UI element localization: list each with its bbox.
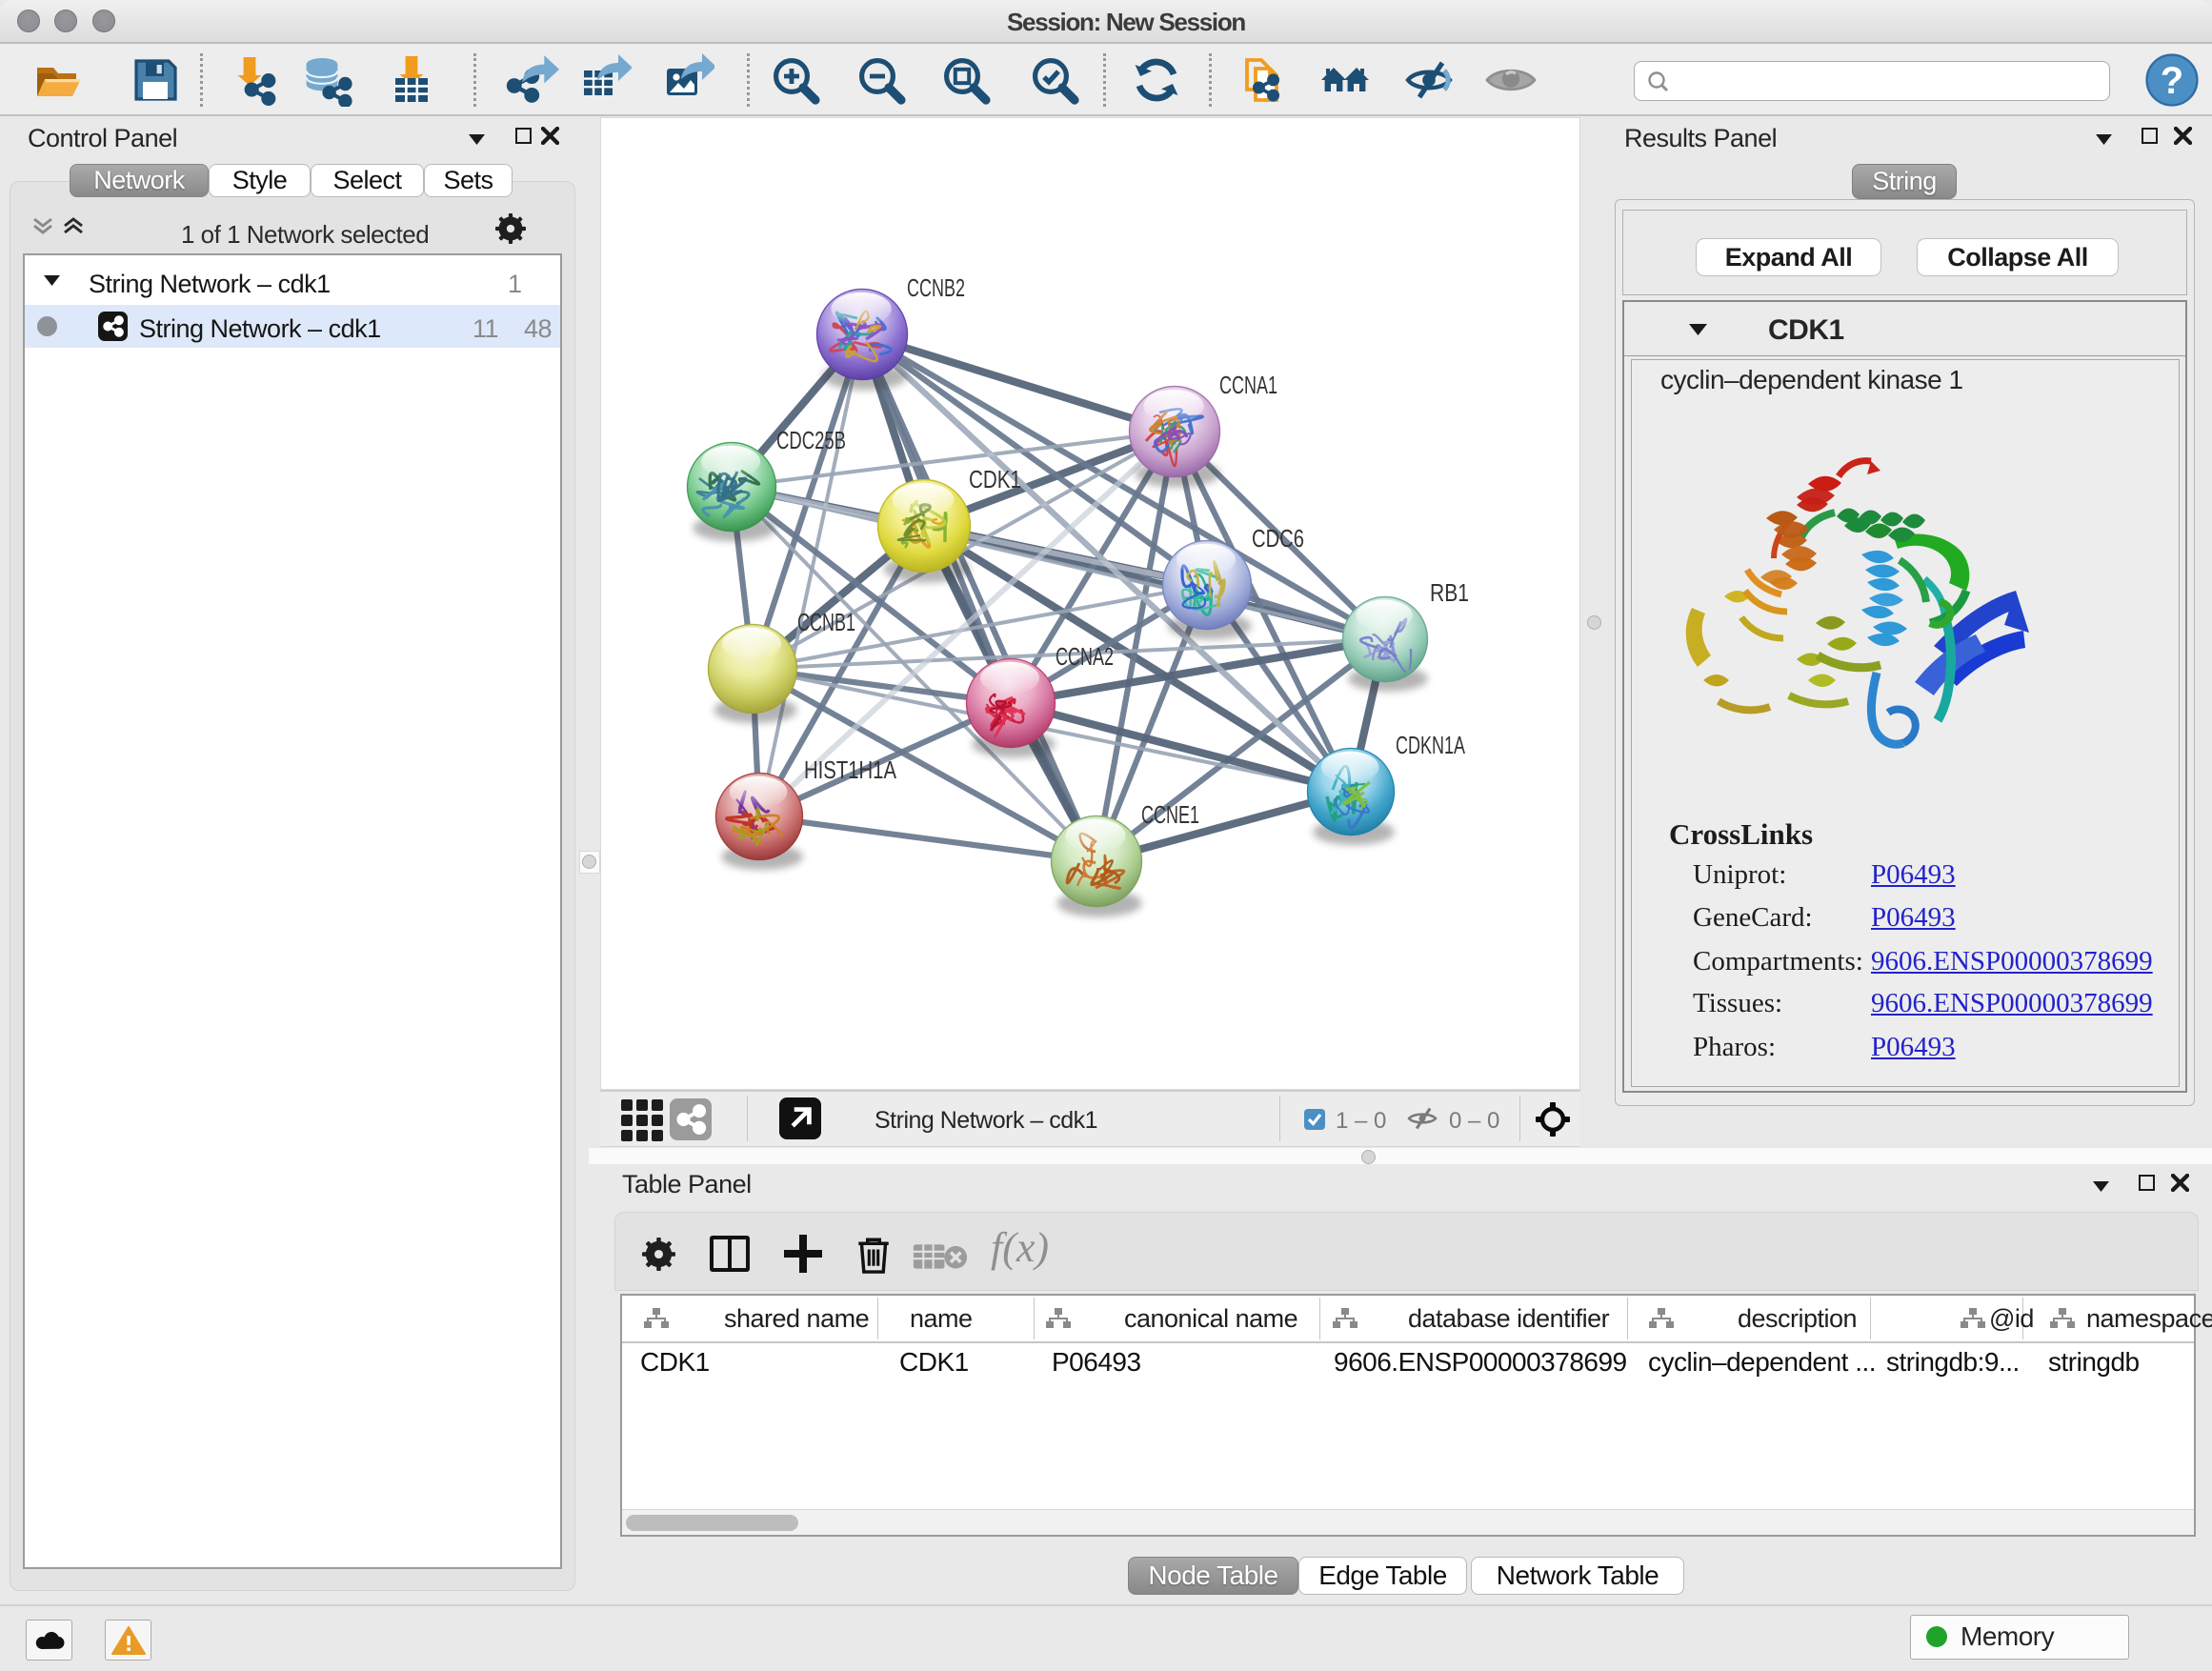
svg-text:CDKN1A: CDKN1A	[1396, 731, 1465, 759]
svg-text:CDC25B: CDC25B	[776, 426, 846, 454]
svg-text:CCNA1: CCNA1	[1219, 371, 1277, 399]
svg-text:?: ?	[2161, 60, 2183, 102]
svg-text:CCNB2: CCNB2	[907, 273, 965, 302]
svg-text:CCNA2: CCNA2	[1056, 642, 1114, 671]
svg-text:HIST1H1A: HIST1H1A	[804, 755, 897, 784]
svg-text:CCNE1: CCNE1	[1141, 800, 1199, 829]
svg-text:RB1: RB1	[1430, 578, 1469, 607]
svg-text:CDC6: CDC6	[1252, 524, 1304, 553]
svg-text:CCNB1: CCNB1	[797, 608, 855, 636]
svg-text:CDK1: CDK1	[969, 465, 1021, 493]
